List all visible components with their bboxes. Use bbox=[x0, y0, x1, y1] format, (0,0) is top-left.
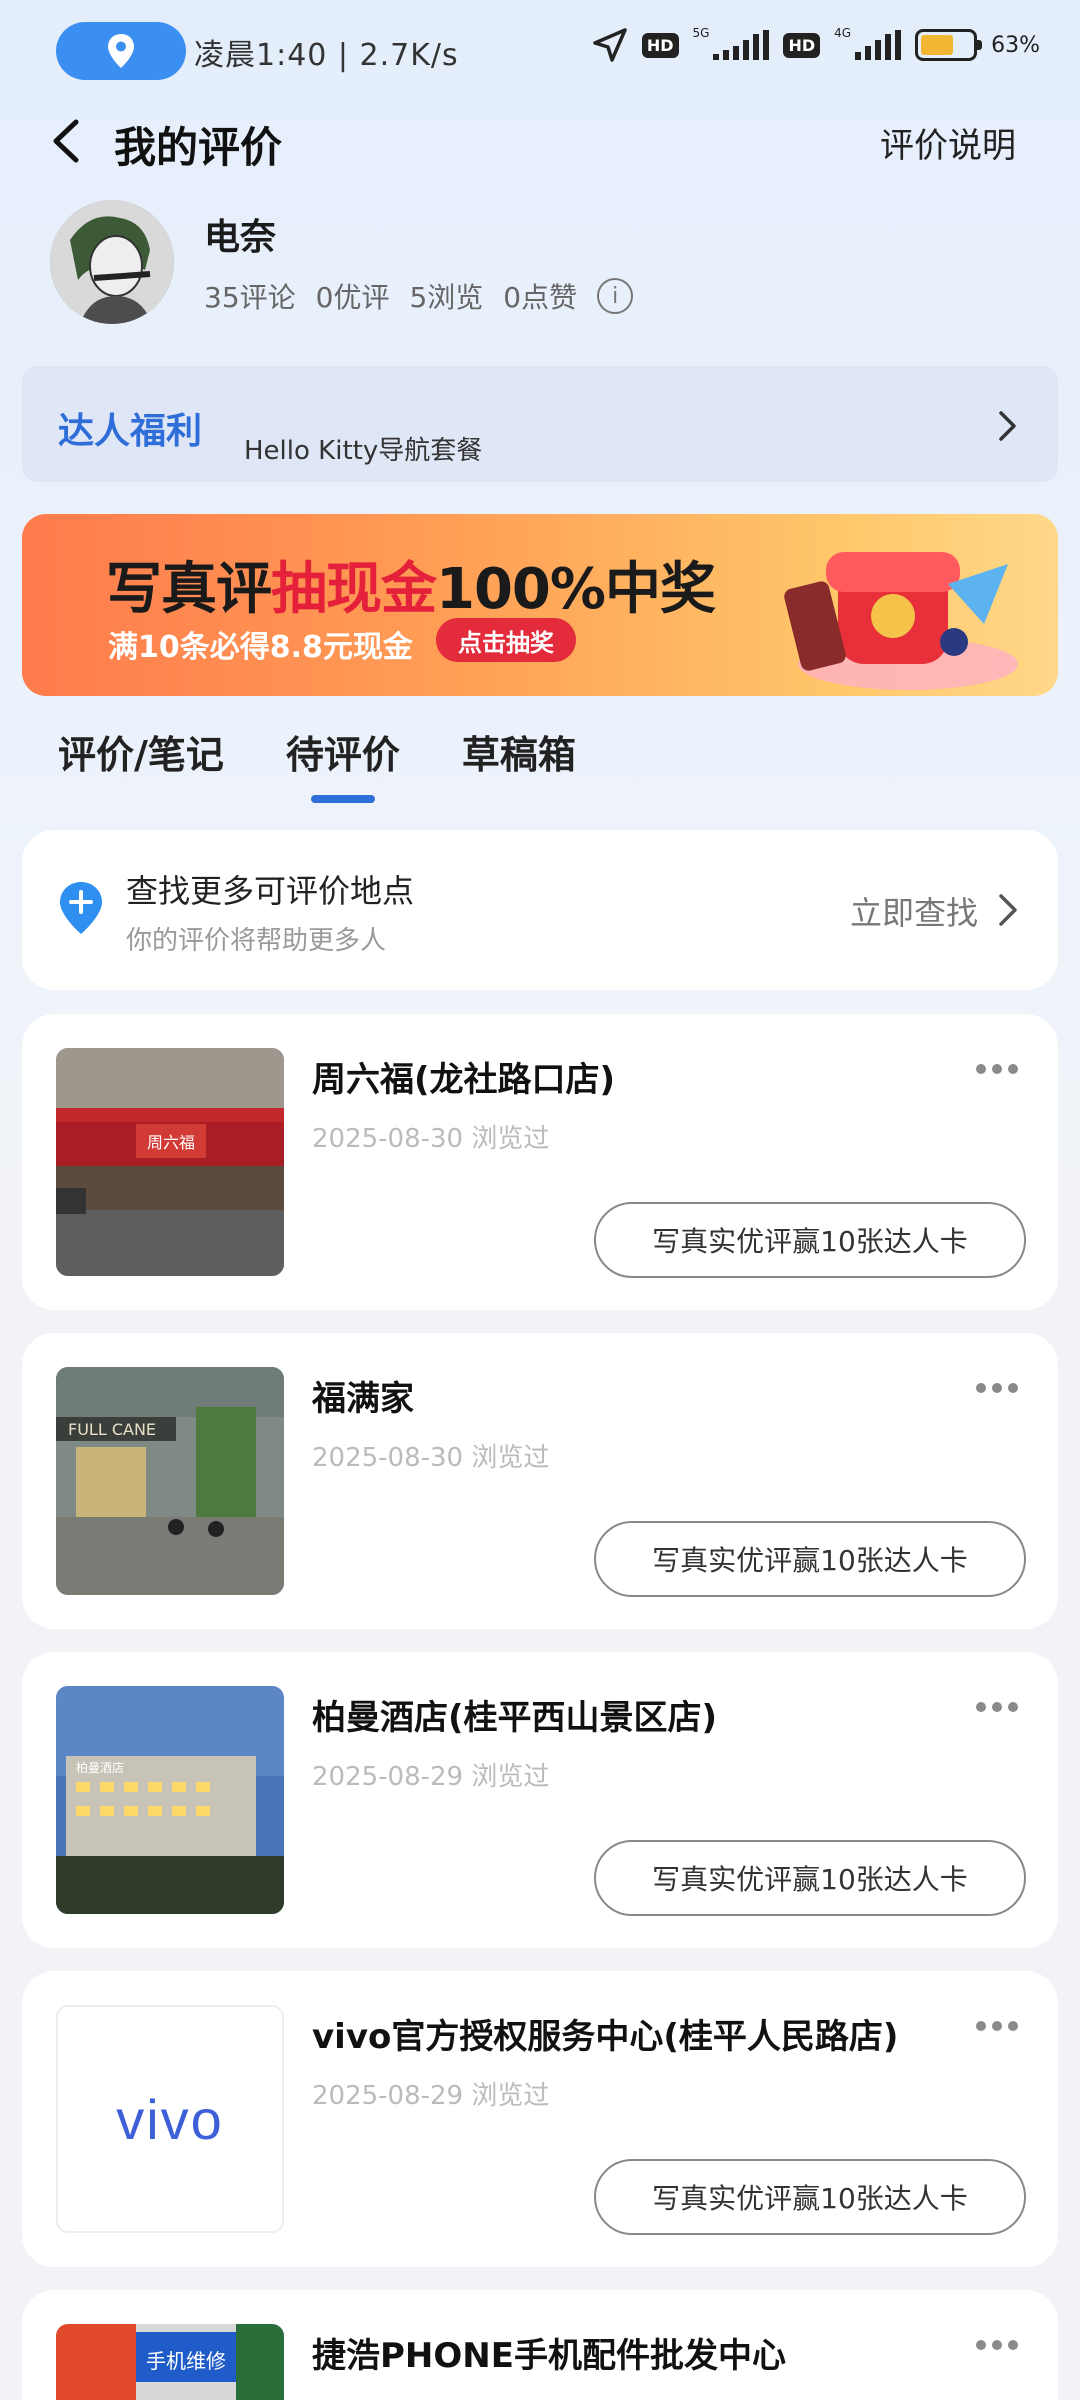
review-rules-link[interactable]: 评价说明 bbox=[880, 118, 1016, 167]
header: 我的评价 评价说明 bbox=[0, 104, 1080, 176]
more-options-icon[interactable] bbox=[976, 2340, 1018, 2350]
network-5g-label: 5G bbox=[692, 26, 710, 40]
store-name: 柏曼酒店(桂平西山景区店) bbox=[312, 1698, 718, 1738]
network-4g-label: 4G bbox=[834, 26, 852, 40]
pending-review-card[interactable]: vivo vivo官方授权服务中心(桂平人民路店) 2025-08-29 浏览过… bbox=[22, 1971, 1058, 2267]
draw-button[interactable]: 点击抽奖 bbox=[436, 618, 576, 662]
tab-pending[interactable]: 待评价 bbox=[286, 724, 400, 803]
storefront-image-icon: 手机维修 bbox=[56, 2324, 284, 2400]
add-location-icon bbox=[60, 882, 102, 934]
location-pin-icon bbox=[108, 34, 134, 68]
active-tab-indicator bbox=[310, 795, 375, 803]
store-thumbnail[interactable]: 手机维修 bbox=[56, 2324, 284, 2400]
stat-likes[interactable]: 0点赞 bbox=[503, 276, 577, 316]
visit-date: 2025-08-30 浏览过 bbox=[312, 1124, 550, 1154]
tab-drafts[interactable]: 草稿箱 bbox=[462, 724, 576, 803]
status-bar: 凌晨1:40 | 2.7K/s HD 5G HD 4G 63% bbox=[0, 0, 1080, 100]
find-subtitle: 你的评价将帮助更多人 bbox=[126, 926, 387, 956]
hd-badge-2: HD bbox=[783, 32, 821, 58]
promo-banner[interactable]: 写真评抽现金100%中奖 满10条必得8.8元现金 点击抽奖 bbox=[22, 514, 1058, 696]
gift-box-icon bbox=[784, 552, 1018, 690]
pending-review-card[interactable]: 周六福 周六福(龙社路口店) 2025-08-30 浏览过 写真实优评赢10张达… bbox=[22, 1014, 1058, 1310]
stat-good-reviews[interactable]: 0优评 bbox=[316, 276, 390, 316]
chevron-right-icon bbox=[999, 894, 1017, 926]
pending-review-card[interactable]: 手机维修 捷浩PHONE手机配件批发中心 bbox=[22, 2290, 1058, 2400]
write-review-button[interactable]: 写真实优评赢10张达人卡 bbox=[594, 1202, 1026, 1278]
banner-subtitle: 满10条必得8.8元现金 bbox=[108, 630, 413, 665]
avatar-image-icon bbox=[50, 200, 174, 324]
stat-reviews[interactable]: 35评论 bbox=[204, 276, 296, 316]
more-options-icon[interactable] bbox=[976, 1064, 1018, 1074]
signal-4g-icon bbox=[855, 30, 902, 60]
store-thumbnail[interactable]: FULL CANE bbox=[56, 1367, 284, 1595]
hd-badge: HD bbox=[641, 32, 679, 58]
review-tabs: 评价/笔记 待评价 草稿箱 bbox=[58, 724, 576, 803]
signal-5g-icon bbox=[713, 30, 770, 60]
pending-review-card[interactable]: 柏曼酒店 柏曼酒店(桂平西山景区店) 2025-08-29 浏览过 写真实优评赢… bbox=[22, 1652, 1058, 1948]
username: 电奈 bbox=[204, 217, 277, 258]
visit-date: 2025-08-29 浏览过 bbox=[312, 2081, 550, 2111]
tab-label: 待评价 bbox=[285, 733, 400, 777]
pending-review-card[interactable]: FULL CANE 福满家 2025-08-30 浏览过 写真实优评赢10张达人… bbox=[22, 1333, 1058, 1629]
write-review-button[interactable]: 写真实优评赢10张达人卡 bbox=[594, 1521, 1026, 1597]
banner-head-1: 写真评 bbox=[106, 557, 272, 622]
vivo-logo: vivo bbox=[116, 2087, 224, 2151]
thumb-sign: 手机维修 bbox=[146, 2349, 226, 2373]
info-icon[interactable]: i bbox=[597, 278, 634, 314]
more-options-icon[interactable] bbox=[976, 2021, 1018, 2031]
visit-date: 2025-08-29 浏览过 bbox=[312, 1762, 550, 1792]
battery-percent: 63% bbox=[991, 32, 1040, 58]
tab-reviews-notes[interactable]: 评价/笔记 bbox=[58, 724, 224, 803]
navigation-arrow-icon bbox=[593, 28, 627, 62]
status-icons: HD 5G HD 4G 63% bbox=[592, 26, 1040, 64]
find-more-card[interactable]: 查找更多可评价地点 你的评价将帮助更多人 立即查找 bbox=[22, 830, 1058, 990]
write-review-button[interactable]: 写真实优评赢10张达人卡 bbox=[594, 1840, 1026, 1916]
page-title: 我的评价 bbox=[114, 123, 283, 172]
banner-head-3: 100%中奖 bbox=[436, 557, 716, 622]
benefit-subtitle: Hello Kitty导航套餐 bbox=[244, 436, 483, 466]
banner-headline: 写真评抽现金100%中奖 bbox=[106, 544, 716, 625]
find-title: 查找更多可评价地点 bbox=[126, 872, 415, 910]
store-thumbnail[interactable]: 柏曼酒店 bbox=[56, 1686, 284, 1914]
banner-head-2: 抽现金 bbox=[271, 557, 437, 622]
store-name: vivo官方授权服务中心(桂平人民路店) bbox=[312, 2017, 899, 2057]
tab-label: 评价/笔记 bbox=[58, 733, 224, 777]
battery-icon bbox=[915, 29, 983, 61]
more-options-icon[interactable] bbox=[976, 1383, 1018, 1393]
profile-section: 电奈 35评论 0优评 5浏览 0点赞 i bbox=[50, 200, 1050, 330]
stat-views[interactable]: 5浏览 bbox=[409, 276, 483, 316]
chevron-right-icon bbox=[999, 411, 1016, 441]
visit-date: 2025-08-30 浏览过 bbox=[312, 1443, 550, 1473]
chevron-left-icon bbox=[53, 119, 79, 163]
storefront-image-icon: 周六福 bbox=[56, 1048, 284, 1276]
thumb-sign: FULL CANE bbox=[68, 1420, 156, 1439]
avatar[interactable] bbox=[50, 200, 174, 324]
talent-benefit-bar[interactable]: 达人福利 Hello Kitty导航套餐 bbox=[22, 366, 1058, 482]
back-button[interactable] bbox=[40, 110, 100, 170]
tab-label: 草稿箱 bbox=[461, 733, 576, 777]
thumb-sign: 柏曼酒店 bbox=[76, 1760, 124, 1775]
find-now-button[interactable]: 立即查找 bbox=[850, 888, 978, 934]
profile-stats: 35评论 0优评 5浏览 0点赞 i bbox=[204, 276, 634, 316]
write-review-button[interactable]: 写真实优评赢10张达人卡 bbox=[594, 2159, 1026, 2235]
status-time: 凌晨1:40 | 2.7K/s bbox=[194, 38, 459, 73]
store-name: 周六福(龙社路口店) bbox=[312, 1060, 616, 1100]
thumb-sign: 周六福 bbox=[147, 1133, 195, 1152]
location-pill[interactable] bbox=[56, 22, 186, 80]
store-thumbnail[interactable]: vivo bbox=[56, 2005, 284, 2233]
more-options-icon[interactable] bbox=[976, 1702, 1018, 1712]
store-name: 福满家 bbox=[312, 1379, 414, 1419]
store-name: 捷浩PHONE手机配件批发中心 bbox=[312, 2336, 786, 2376]
storefront-image-icon: FULL CANE bbox=[56, 1367, 284, 1595]
hotel-image-icon: 柏曼酒店 bbox=[56, 1686, 284, 1914]
store-thumbnail[interactable]: 周六福 bbox=[56, 1048, 284, 1276]
benefit-title: 达人福利 bbox=[58, 411, 203, 452]
